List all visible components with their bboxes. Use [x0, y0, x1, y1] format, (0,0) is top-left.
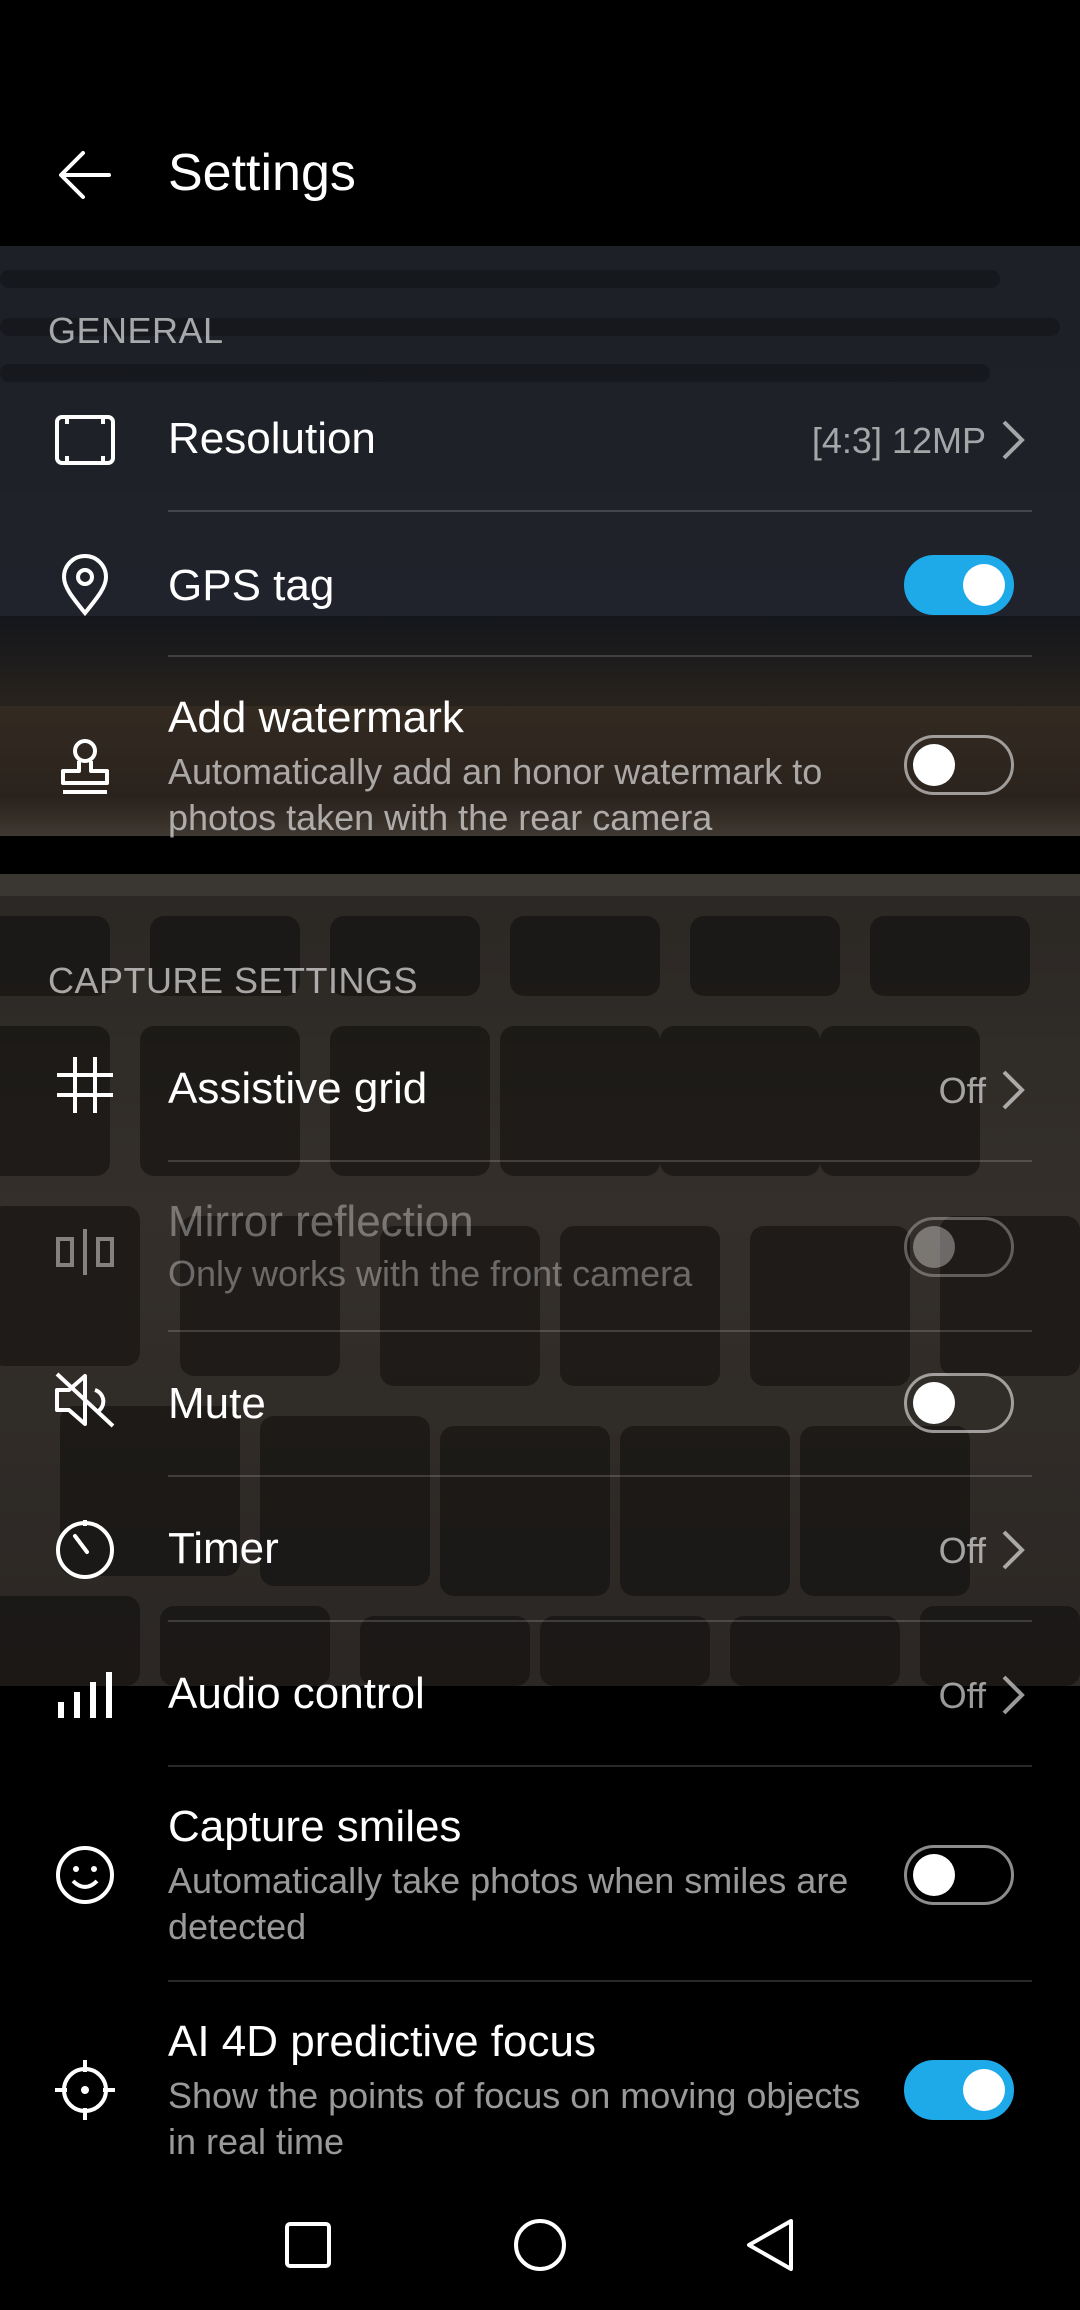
setting-label: Assistive grid — [168, 1064, 428, 1113]
gps-tag-toggle[interactable] — [904, 555, 1014, 615]
setting-label: Timer — [168, 1524, 279, 1573]
home-button[interactable] — [495, 2200, 585, 2290]
setting-value: Off — [938, 1530, 986, 1571]
setting-label: Add watermark — [168, 693, 464, 742]
setting-description: Only works with the front camera — [168, 1253, 693, 1294]
setting-label: Capture smiles — [168, 1802, 462, 1851]
setting-row-assistive-grid[interactable]: Assistive grid Off — [0, 1040, 1080, 1140]
setting-row-audio-control[interactable]: Audio control Off — [0, 1645, 1080, 1745]
divider — [168, 1475, 1032, 1477]
setting-label: Audio control — [168, 1669, 425, 1718]
section-header-capture-settings: CAPTURE SETTINGS — [48, 960, 419, 1001]
smile-icon — [40, 1830, 130, 1920]
chevron-right-icon — [1002, 1675, 1025, 1715]
setting-description: Automatically add an honor watermark to … — [168, 751, 823, 838]
recents-button[interactable] — [263, 2200, 353, 2290]
divider — [168, 655, 1032, 657]
back-nav-button[interactable] — [725, 2200, 815, 2290]
divider — [168, 1980, 1032, 1982]
arrow-left-icon — [59, 151, 111, 199]
mute-toggle[interactable] — [904, 1373, 1014, 1433]
setting-label: Resolution — [168, 414, 376, 463]
chevron-right-icon — [1002, 1530, 1025, 1570]
page-title: Settings — [168, 144, 356, 202]
divider — [168, 1160, 1032, 1162]
setting-label: Mute — [168, 1379, 266, 1428]
setting-label: Mirror reflection — [168, 1197, 474, 1246]
speaker-muted-icon — [40, 1355, 130, 1445]
section-header-general: GENERAL — [48, 310, 224, 351]
divider — [168, 1330, 1032, 1332]
circle-icon — [514, 2219, 566, 2271]
setting-row-mute[interactable]: Mute — [0, 1355, 1080, 1455]
setting-row-timer[interactable]: Timer Off — [0, 1500, 1080, 1600]
capture-smiles-toggle[interactable] — [904, 1845, 1014, 1905]
setting-description: Show the points of focus on moving objec… — [168, 2075, 861, 2162]
setting-row-resolution[interactable]: Resolution [4:3] 12MP — [0, 390, 1080, 490]
navigation-bar — [0, 2180, 1080, 2310]
setting-row-mirror-reflection: Mirror reflection Only works with the fr… — [0, 1185, 1080, 1325]
divider — [168, 1765, 1032, 1767]
timer-icon — [40, 1505, 130, 1595]
setting-value: Off — [938, 1070, 986, 1111]
ai-4d-predictive-focus-toggle[interactable] — [904, 2060, 1014, 2120]
chevron-right-icon — [1002, 1070, 1025, 1110]
aspect-frame-icon — [40, 395, 130, 485]
setting-row-capture-smiles[interactable]: Capture smiles Automatically take photos… — [0, 1790, 1080, 1960]
location-pin-icon — [40, 540, 130, 630]
add-watermark-toggle[interactable] — [904, 735, 1014, 795]
mirror-reflection-toggle — [904, 1217, 1014, 1277]
setting-value: Off — [938, 1675, 986, 1716]
audio-bars-icon — [40, 1650, 130, 1740]
setting-row-add-watermark[interactable]: Add watermark Automatically add an honor… — [0, 685, 1080, 855]
grid-icon — [40, 1040, 130, 1130]
square-icon — [285, 2222, 331, 2268]
mirror-icon — [40, 1207, 130, 1297]
setting-row-ai-4d-predictive-focus[interactable]: AI 4D predictive focus Show the points o… — [0, 2005, 1080, 2175]
triangle-back-icon — [747, 2219, 793, 2271]
setting-label: GPS tag — [168, 561, 335, 610]
setting-description: Automatically take photos when smiles ar… — [168, 1860, 849, 1947]
setting-label: AI 4D predictive focus — [168, 2017, 596, 2066]
back-button[interactable] — [40, 135, 130, 215]
divider — [168, 510, 1032, 512]
focus-target-icon — [40, 2045, 130, 2135]
setting-value: [4:3] 12MP — [811, 420, 986, 461]
divider — [168, 1620, 1032, 1622]
setting-row-gps-tag[interactable]: GPS tag — [0, 535, 1080, 635]
app-bar: Settings — [0, 0, 1080, 246]
stamp-icon — [40, 722, 130, 812]
chevron-right-icon — [1002, 420, 1025, 460]
